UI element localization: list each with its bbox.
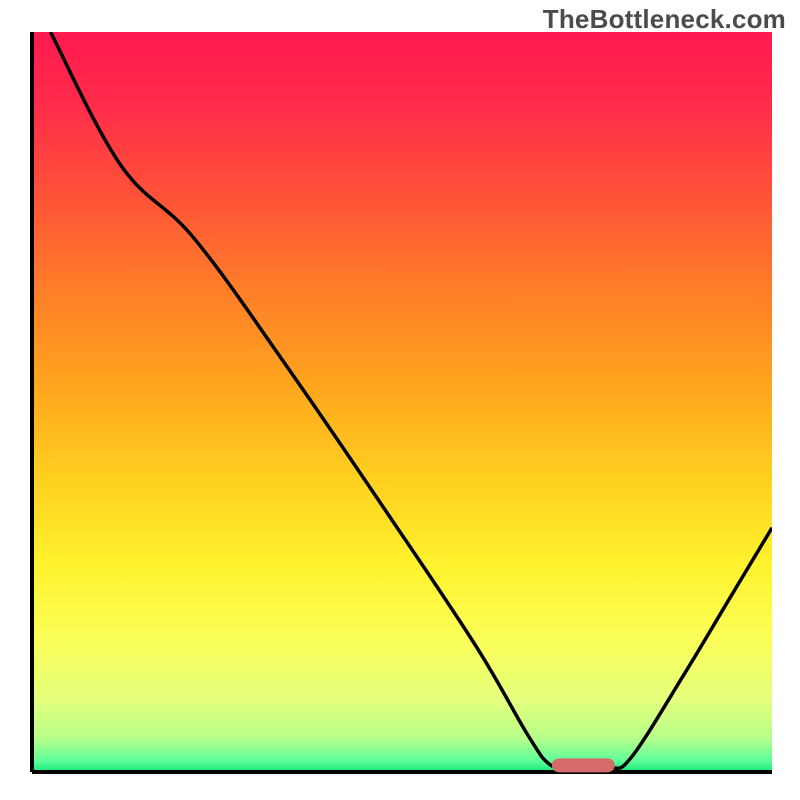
chart-svg [0,0,800,800]
optimal-marker [552,758,615,772]
watermark-text: TheBottleneck.com [543,4,786,35]
chart-container: { "watermark": "TheBottleneck.com", "plo… [0,0,800,800]
gradient-background [32,32,772,772]
